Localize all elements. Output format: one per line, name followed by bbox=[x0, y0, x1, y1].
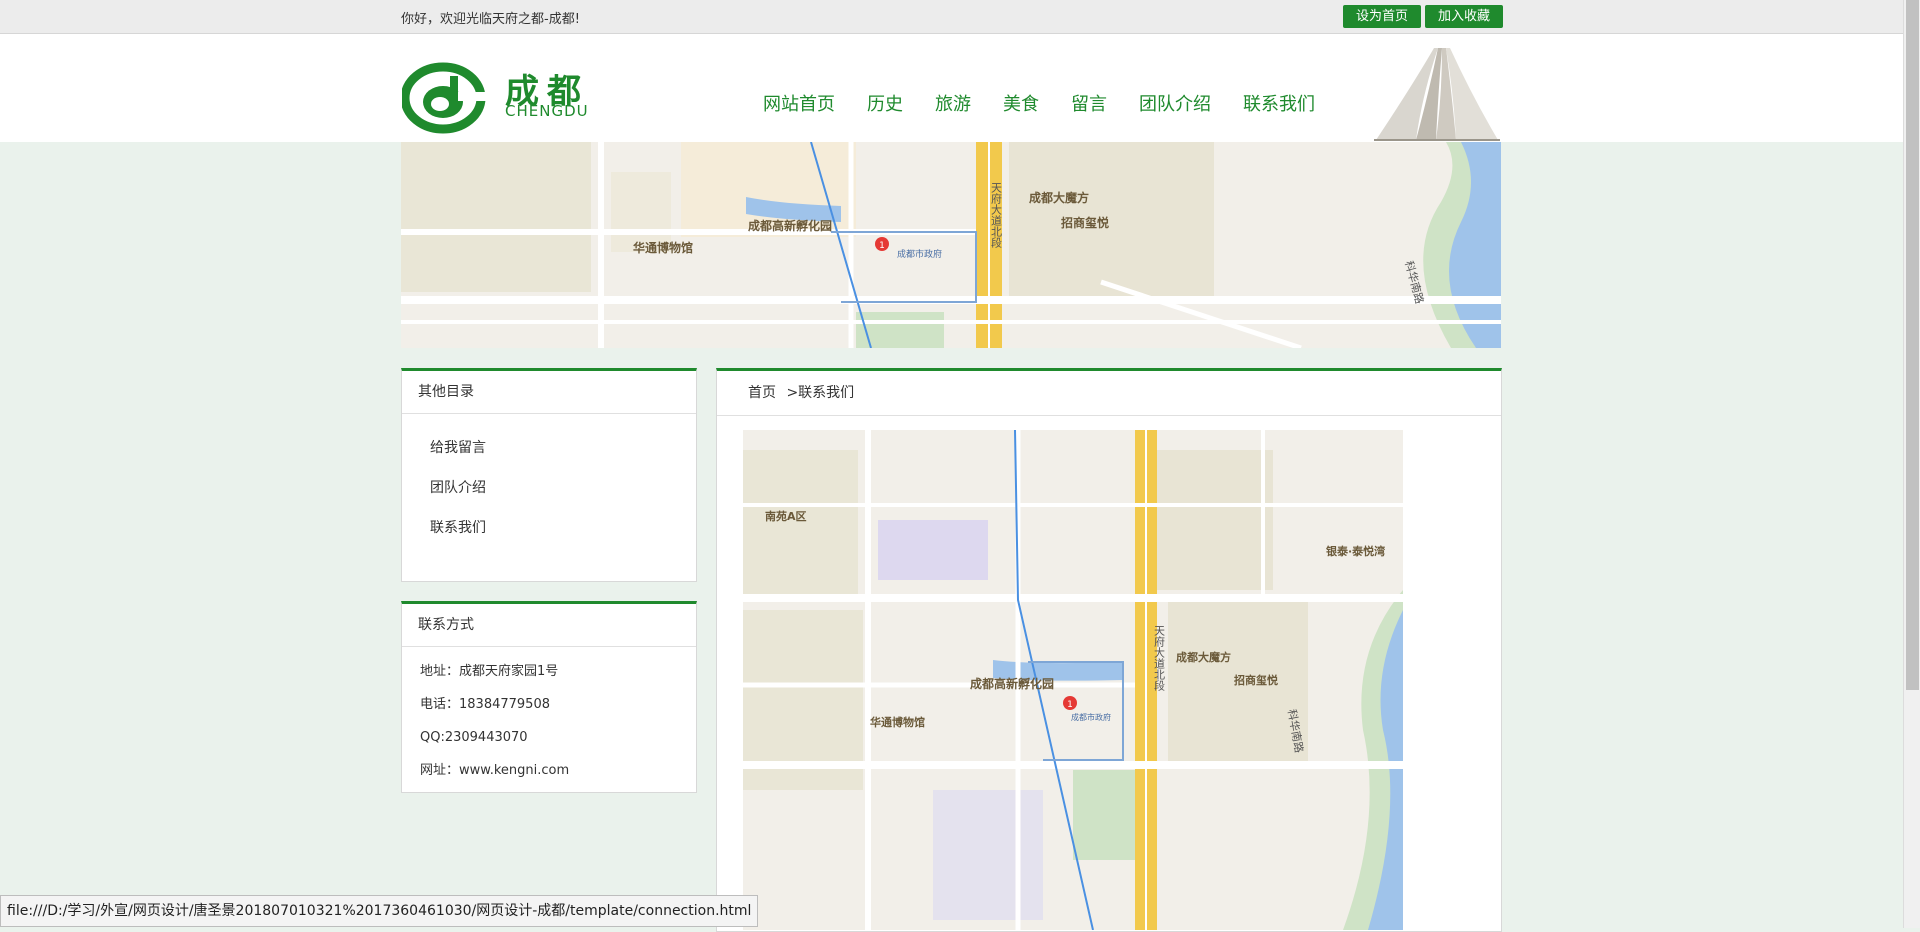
map-label-incubator: 成都高新孵化园 bbox=[970, 676, 1054, 691]
set-home-button[interactable]: 设为首页 bbox=[1343, 5, 1421, 28]
map-marker-number: 1 bbox=[1067, 700, 1073, 710]
map-label-museum: 华通博物馆 bbox=[870, 715, 925, 729]
breadcrumb: 首页 >联系我们 bbox=[717, 371, 1501, 416]
map-label-road: 天府大道北段 bbox=[1153, 625, 1166, 692]
welcome-text: 你好，欢迎光临天府之都-成都! bbox=[401, 12, 580, 27]
breadcrumb-current: >联系我们 bbox=[786, 385, 855, 401]
nav-item-home[interactable]: 网站首页 bbox=[763, 90, 835, 116]
contact-title: 联系方式 bbox=[402, 604, 696, 647]
contact-qq: QQ:2309443070 bbox=[420, 730, 528, 745]
banner-label-road: 天府大道北段 bbox=[990, 182, 1003, 249]
banner-label-gov: 成都市政府 bbox=[897, 248, 942, 260]
contact-website[interactable]: 网址：www.kengni.com bbox=[402, 754, 696, 787]
map-label-mall: 成都大魔方 bbox=[1176, 650, 1231, 664]
breadcrumb-home[interactable]: 首页 bbox=[748, 385, 776, 401]
banner-label-incubator: 成都高新孵化园 bbox=[748, 218, 832, 233]
sidebar-list: 给我留言 团队介绍 联系我们 bbox=[402, 414, 696, 548]
status-bar-url: file:///D:/学习/外宣/网页设计/唐圣景201807010321%20… bbox=[0, 895, 759, 927]
banner-map: 华通博物馆 成都高新孵化园 成都大魔方 招商玺悦 成都市政府 科华南路 1 天府… bbox=[401, 142, 1501, 348]
nav-item-team[interactable]: 团队介绍 bbox=[1139, 90, 1211, 116]
banner-label-mall: 成都大魔方 bbox=[1029, 190, 1089, 205]
banner-marker: 1 bbox=[879, 241, 885, 251]
map-label-nanyuan: 南苑A区 bbox=[765, 509, 807, 523]
nav-item-contact[interactable]: 联系我们 bbox=[1243, 90, 1315, 116]
sidebar-item-team[interactable]: 团队介绍 bbox=[430, 468, 696, 508]
nav-item-message[interactable]: 留言 bbox=[1071, 90, 1107, 116]
banner-label-zhaoshang: 招商玺悦 bbox=[1061, 215, 1109, 230]
map-label-yintai: 银泰·泰悦湾 bbox=[1326, 544, 1385, 558]
contact-phone: 电话：18384779508 bbox=[420, 697, 550, 712]
main-nav: 网站首页 历史 旅游 美食 留言 团队介绍 联系我们 bbox=[763, 90, 1347, 116]
top-bar: 你好，欢迎光临天府之都-成都! 设为首页 加入收藏 bbox=[0, 0, 1903, 34]
nav-item-food[interactable]: 美食 bbox=[1003, 90, 1039, 116]
sidebar-title: 其他目录 bbox=[402, 371, 696, 414]
contact-panel: 联系方式 地址：成都天府家园1号 电话：18384779508 QQ:23094… bbox=[401, 601, 697, 793]
landmark-tower-icon bbox=[1374, 48, 1500, 141]
header: 成都 CHENGDU 网站首页 历史 旅游 美食 留言 团队介绍 联系我们 bbox=[0, 34, 1903, 142]
vertical-scrollbar[interactable] bbox=[1903, 0, 1920, 928]
banner-label-museum: 华通博物馆 bbox=[633, 240, 693, 255]
sidebar-item-contact[interactable]: 联系我们 bbox=[430, 508, 696, 548]
contact-address: 地址：成都天府家园1号 bbox=[420, 664, 559, 679]
nav-item-travel[interactable]: 旅游 bbox=[935, 90, 971, 116]
contact-map[interactable]: 南苑A区 成都高新孵化园 华通博物馆 成都大魔方 招商玺悦 银泰·泰悦湾 成都市… bbox=[743, 430, 1403, 930]
sidebar-item-message[interactable]: 给我留言 bbox=[430, 428, 696, 468]
logo-english: CHENGDU bbox=[505, 102, 589, 120]
add-favorite-button[interactable]: 加入收藏 bbox=[1425, 5, 1503, 28]
nav-item-history[interactable]: 历史 bbox=[867, 90, 903, 116]
map-label-gov: 成都市政府 bbox=[1071, 712, 1111, 722]
main-content: 首页 >联系我们 南苑A区 成都高新孵化园 华通博物馆 成都大魔方 招商玺悦 银… bbox=[716, 368, 1502, 932]
map-label-zhaoshang: 招商玺悦 bbox=[1234, 673, 1278, 687]
scrollbar-thumb[interactable] bbox=[1906, 0, 1919, 690]
sidebar-directory: 其他目录 给我留言 团队介绍 联系我们 bbox=[401, 368, 697, 582]
